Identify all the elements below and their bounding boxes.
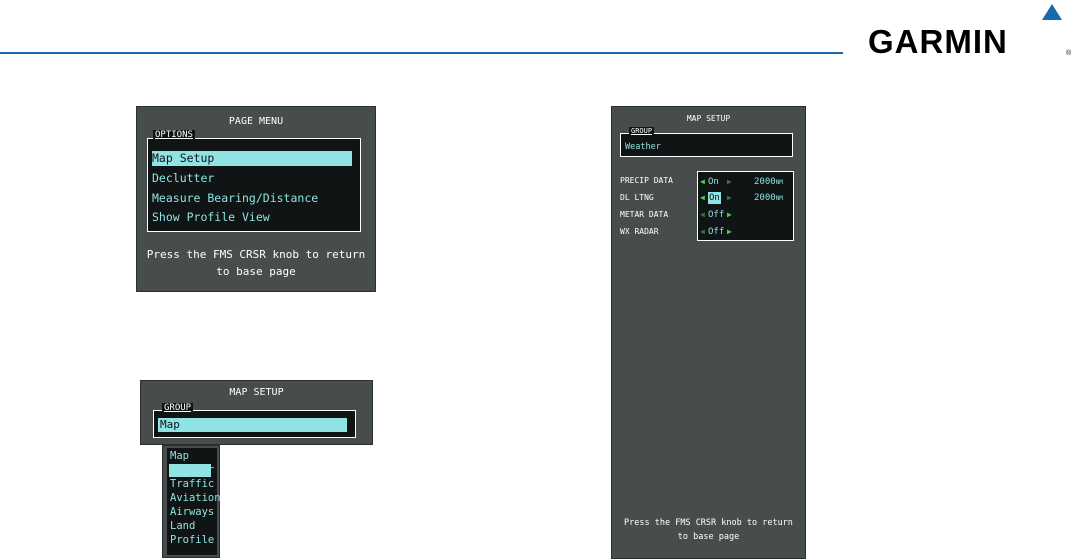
dl-ltng-range[interactable]: 2000NM [754, 192, 783, 204]
group-select-field[interactable]: Map [158, 418, 347, 432]
group-option-airways[interactable]: Airways [169, 506, 215, 519]
weather-panel-hint-line2: to base page [677, 532, 740, 542]
left-arrow-icon: ◀ [700, 227, 705, 236]
label-wx-radar: WX RADAR [620, 227, 659, 236]
group-legend: GROUP [162, 403, 194, 413]
weather-group-box: GROUP Weather [620, 127, 793, 157]
label-metar-data: METAR DATA [620, 210, 669, 219]
dl-ltng-range-value: 2000 [754, 193, 776, 203]
menu-item-map-setup[interactable]: Map Setup [152, 151, 352, 166]
dl-ltng-state[interactable]: On [708, 192, 721, 204]
metar-data-state[interactable]: Off [708, 209, 724, 221]
group-option-traffic[interactable]: Traffic [169, 478, 215, 491]
map-setup-weather-panel: MAP SETUP GROUP Weather PRECIP DATA DL L… [611, 106, 806, 559]
garmin-logo: GARMIN [868, 23, 1008, 60]
page-menu-hint-line1: Press the FMS CRSR knob to return [146, 248, 366, 261]
group-option-map[interactable]: Map [169, 450, 190, 463]
group-option-aviation[interactable]: Aviation [169, 492, 222, 505]
menu-item-declutter[interactable]: Declutter [152, 171, 214, 186]
page-menu-panel: PAGE MENU OPTIONS Map Setup Declutter Me… [136, 106, 376, 292]
left-arrow-icon: ◀ [700, 210, 705, 219]
precip-data-state[interactable]: On [708, 176, 719, 188]
left-arrow-icon[interactable]: ◀ [700, 192, 705, 204]
options-box: OPTIONS Map Setup Declutter Measure Bear… [147, 130, 361, 232]
map-setup-group-panel: MAP SETUP GROUP Map [140, 380, 373, 445]
page-menu-title: PAGE MENU [228, 116, 284, 127]
label-precip-data: PRECIP DATA [620, 176, 673, 185]
menu-item-show-profile-view[interactable]: Show Profile View [152, 210, 270, 225]
right-arrow-icon[interactable]: ▶ [727, 209, 732, 221]
weather-panel-title: MAP SETUP [686, 114, 731, 123]
menu-item-measure-bearing-distance[interactable]: Measure Bearing/Distance [152, 191, 318, 206]
page-menu-hint-line2: to base page [216, 265, 296, 278]
right-arrow-icon: ▶ [727, 177, 732, 186]
group-dropdown: Map Weather Traffic Aviation Airways Lan… [162, 445, 221, 558]
precip-data-range-value: 2000 [754, 177, 776, 187]
label-dl-ltng: DL LTNG [620, 193, 654, 202]
left-arrow-icon[interactable]: ◀ [700, 176, 705, 188]
dl-ltng-range-unit: NM [775, 195, 783, 202]
group-option-weather[interactable]: Weather [169, 464, 214, 477]
right-arrow-icon: ▶ [727, 193, 732, 202]
weather-group-value[interactable]: Weather [625, 142, 661, 153]
precip-data-range-unit: NM [775, 179, 783, 186]
options-legend: OPTIONS [153, 130, 195, 141]
weather-panel-hint-line1: Press the FMS CRSR knob to return [624, 518, 793, 528]
right-arrow-icon[interactable]: ▶ [727, 226, 732, 238]
map-setup-title: MAP SETUP [229, 387, 284, 398]
registered-mark: ® [1066, 50, 1072, 57]
precip-data-range[interactable]: 2000NM [754, 176, 783, 188]
header-rule [0, 52, 843, 54]
group-option-land[interactable]: Land [169, 520, 196, 533]
weather-settings-box: ◀ On ▶ 2000NM ◀ On ▶ 2000NM ◀ Off ▶ ◀ Of… [697, 171, 794, 241]
garmin-triangle-icon [1042, 4, 1062, 20]
weather-group-legend: GROUP [629, 127, 655, 136]
group-dropdown-list: Map Weather Traffic Aviation Airways Lan… [167, 448, 221, 555]
wx-radar-state[interactable]: Off [708, 226, 724, 238]
group-option-profile[interactable]: Profile [169, 534, 215, 547]
